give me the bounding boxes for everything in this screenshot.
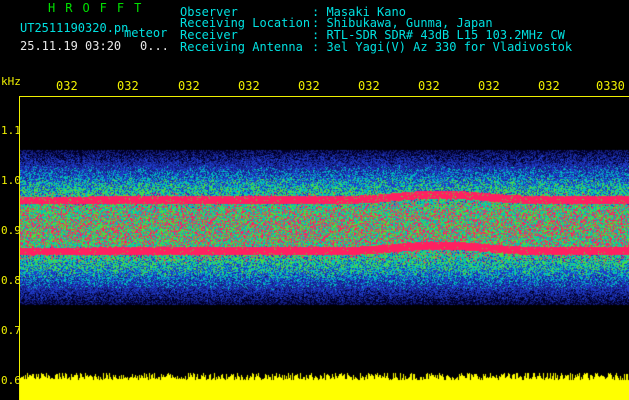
file-extra: 0... (140, 39, 169, 53)
freq-tick: 0.8 (1, 274, 21, 287)
time-tick: 032 (178, 79, 200, 93)
file-name: UT2511190320.pn (20, 21, 129, 35)
time-tick: 032 (358, 79, 380, 93)
antenna-value: : 3el Yagi(V) Az 330 for Vladivostok (312, 40, 573, 54)
time-tick: 0330 (596, 79, 625, 93)
freq-tick: 1.1 (1, 124, 21, 137)
freq-tick: 0.7 (1, 324, 21, 337)
time-tick: 032 (538, 79, 560, 93)
time-tick: 032 (478, 79, 500, 93)
time-tick: 032 (418, 79, 440, 93)
time-tick: 032 (56, 79, 78, 93)
freq-tick: 0.9 (1, 224, 21, 237)
file-tag: meteor (124, 26, 168, 40)
time-tick: 032 (238, 79, 260, 93)
y-axis-line (19, 96, 20, 400)
top-axis-line (19, 96, 629, 97)
antenna-label: Receiving Antenna (180, 40, 303, 54)
time-tick: 032 (298, 79, 320, 93)
freq-tick: 1.0 (1, 174, 21, 187)
app-title: HROFFT (48, 1, 152, 15)
spectrogram-canvas[interactable] (20, 96, 629, 400)
file-datetime: 25.11.19 03:20 (20, 39, 122, 53)
time-tick: 032 (117, 79, 139, 93)
freq-unit-label: kHz (1, 75, 21, 88)
freq-tick: 0.6 (1, 374, 21, 387)
